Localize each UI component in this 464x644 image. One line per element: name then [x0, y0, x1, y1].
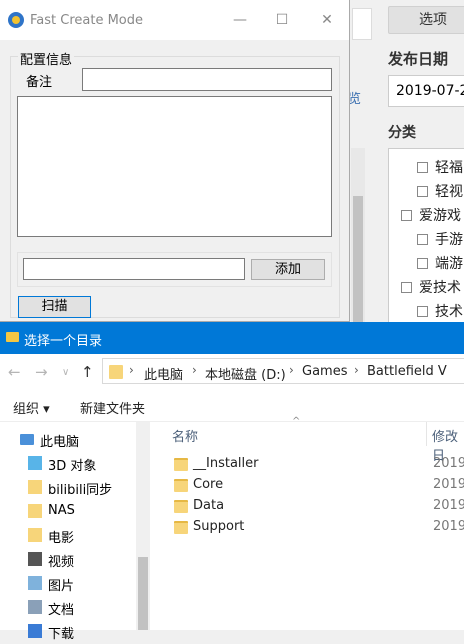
file-date: 2019/ — [433, 498, 464, 513]
file-name: Data — [193, 498, 225, 513]
file-date: 2019/ — [433, 477, 464, 492]
computer-icon — [20, 434, 34, 445]
category-item[interactable]: 端游 — [417, 253, 463, 273]
category-label: 分类 — [388, 125, 416, 141]
path-list-textarea[interactable] — [17, 96, 332, 237]
scan-button[interactable]: 扫描 — [18, 296, 91, 318]
file-row[interactable]: Core 2019/ — [174, 476, 464, 497]
sync-folder-icon — [28, 480, 42, 494]
organize-button[interactable]: 组织 ▾ — [13, 398, 50, 417]
config-group-label: 配置信息 — [18, 49, 75, 68]
nas-folder-icon — [28, 504, 42, 518]
nav-item-documents[interactable]: 文档 — [0, 596, 136, 620]
category-item[interactable]: 爱技术 — [401, 277, 461, 297]
options-button[interactable]: 选项 — [388, 6, 464, 34]
add-path-input[interactable] — [23, 258, 245, 280]
checkbox[interactable] — [417, 234, 428, 245]
file-name: Core — [193, 477, 224, 492]
publish-date-field[interactable]: 2019-07-23 — [388, 75, 464, 107]
file-name: __Installer — [193, 456, 259, 471]
maximize-button[interactable]: ☐ — [272, 10, 292, 30]
sort-chevron-up-icon[interactable]: ^ — [292, 416, 300, 427]
forward-arrow-icon[interactable]: → — [35, 363, 48, 381]
video-icon — [28, 552, 42, 566]
scrollbar-thumb[interactable] — [138, 557, 148, 630]
dialog-title: 选择一个目录 — [24, 334, 103, 349]
fast-create-window: Fast Create Mode — ☐ ✕ 配置信息 备注 添加 扫描 — [0, 0, 350, 322]
background-input[interactable] — [352, 8, 372, 40]
breadcrumb-this-pc[interactable]: 此电脑 — [144, 364, 183, 383]
folder-icon — [6, 332, 19, 342]
category-list: 轻福 轻视 爱游戏 手游 端游 爱技术 技术 — [388, 148, 464, 324]
chevron-right-icon[interactable]: › — [129, 363, 134, 377]
file-row[interactable]: Data 2019/ — [174, 497, 464, 518]
dialog-toolbar: 组织 ▾ 新建文件夹 — [0, 390, 464, 422]
file-name: Support — [193, 519, 245, 534]
close-button[interactable]: ✕ — [317, 10, 337, 30]
add-button[interactable]: 添加 — [251, 259, 325, 280]
column-divider[interactable] — [426, 422, 427, 446]
document-icon — [28, 600, 42, 614]
nav-item-3d-objects[interactable]: 3D 对象 — [0, 452, 136, 476]
nav-item-this-pc[interactable]: 此电脑 — [0, 428, 136, 452]
3d-objects-icon — [28, 456, 42, 470]
picture-icon — [28, 576, 42, 590]
chevron-right-icon[interactable]: › — [289, 363, 294, 377]
breadcrumb-games[interactable]: Games — [302, 364, 347, 379]
dialog-title-bar[interactable]: 选择一个目录 — [0, 322, 464, 354]
category-item[interactable]: 技术 — [417, 301, 463, 321]
note-input[interactable] — [82, 68, 332, 91]
category-item[interactable]: 手游 — [417, 229, 463, 249]
nav-item-pictures[interactable]: 图片 — [0, 572, 136, 596]
up-arrow-icon[interactable]: ↑ — [81, 363, 94, 381]
nav-item-downloads[interactable]: 下载 — [0, 620, 136, 644]
nav-pane-scrollbar[interactable] — [136, 422, 150, 630]
background-scrollbar[interactable] — [351, 148, 365, 326]
chevron-right-icon[interactable]: › — [192, 363, 197, 377]
folder-icon — [109, 365, 123, 379]
window-title: Fast Create Mode — [30, 13, 144, 28]
nav-item-videos[interactable]: 视频 — [0, 548, 136, 572]
file-row[interactable]: __Installer 2019/ — [174, 455, 464, 476]
file-date: 2019/ — [433, 456, 464, 471]
folder-picker-dialog: 选择一个目录 ← → ∨ ↑ › 此电脑 › 本地磁盘 (D:) › Games… — [0, 322, 464, 642]
checkbox[interactable] — [417, 186, 428, 197]
movie-folder-icon — [28, 528, 42, 542]
checkbox[interactable] — [417, 306, 428, 317]
folder-icon — [174, 500, 188, 513]
scrollbar-thumb[interactable] — [353, 196, 363, 326]
column-header-name[interactable]: 名称 — [172, 426, 198, 445]
minimize-button[interactable]: — — [230, 10, 250, 30]
category-item[interactable]: 轻福 — [417, 157, 463, 177]
checkbox[interactable] — [401, 282, 412, 293]
publish-date-label: 发布日期 — [388, 50, 449, 68]
nav-item-movies[interactable]: 电影 — [0, 524, 136, 548]
title-bar[interactable]: Fast Create Mode — ☐ ✕ — [0, 0, 349, 40]
nav-item-bilibili[interactable]: bilibili同步 — [0, 476, 136, 500]
file-row[interactable]: Support 2019/ — [174, 518, 464, 539]
chevron-right-icon[interactable]: › — [354, 363, 359, 377]
checkbox[interactable] — [401, 210, 412, 221]
address-bar[interactable]: › 此电脑 › 本地磁盘 (D:) › Games › Battlefield … — [102, 358, 464, 384]
checkbox[interactable] — [417, 258, 428, 269]
new-folder-button[interactable]: 新建文件夹 — [80, 398, 145, 417]
navigation-bar: ← → ∨ ↑ › 此电脑 › 本地磁盘 (D:) › Games › Batt… — [0, 354, 464, 390]
breadcrumb-drive-d[interactable]: 本地磁盘 (D:) — [205, 364, 286, 383]
category-item[interactable]: 爱游戏 — [401, 205, 461, 225]
app-logo-icon — [8, 12, 24, 28]
checkbox[interactable] — [417, 162, 428, 173]
nav-item-nas[interactable]: NAS — [0, 500, 136, 524]
folder-icon — [174, 458, 188, 471]
recent-chevron-icon[interactable]: ∨ — [62, 367, 69, 378]
category-item[interactable]: 轻视 — [417, 181, 463, 201]
folder-icon — [174, 479, 188, 492]
download-icon — [28, 624, 42, 638]
folder-icon — [174, 521, 188, 534]
breadcrumb-battlefield-v[interactable]: Battlefield V — [367, 364, 447, 379]
file-date: 2019/ — [433, 519, 464, 534]
back-arrow-icon[interactable]: ← — [8, 363, 21, 381]
navigation-pane: 此电脑 3D 对象 bilibili同步 NAS 电影 视频 图片 文档 下载 — [0, 422, 150, 642]
note-label: 备注 — [26, 75, 53, 90]
